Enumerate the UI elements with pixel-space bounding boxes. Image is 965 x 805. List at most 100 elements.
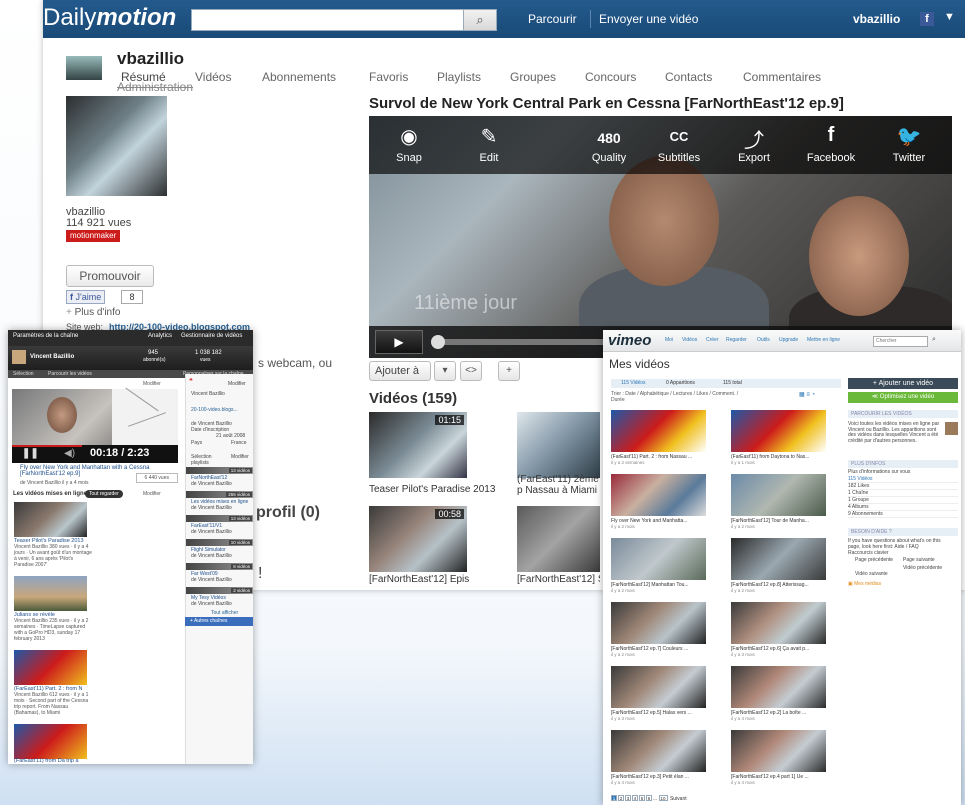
subtitles-label[interactable]: Subtitles (649, 152, 709, 164)
export-icon[interactable]: ⤴ (729, 124, 779, 153)
avatar[interactable] (945, 422, 958, 435)
page-link[interactable]: 5 (639, 795, 645, 801)
embed-icon[interactable]: <> (460, 361, 482, 381)
page-link[interactable]: 3 (625, 795, 631, 801)
dailymotion-logo[interactable]: Dailymotion (43, 4, 176, 32)
tab-total[interactable]: 115 total (723, 380, 742, 386)
optimize-video-button[interactable]: ≪ Optimisez une vidéo (848, 392, 958, 403)
video-thumbnail[interactable] (611, 730, 706, 772)
add-to-button[interactable]: Ajouter à (369, 361, 431, 381)
video-list-title[interactable]: Teaser Pilot's Paradise 2013 (369, 484, 504, 495)
view-toggle-icon[interactable]: ▦ ≡ ◔ (799, 391, 815, 398)
tab-playlists[interactable]: Playlists (437, 70, 481, 84)
page-link[interactable]: 10 (658, 795, 668, 801)
video-thumbnail[interactable] (731, 538, 826, 580)
more-info-link[interactable]: + Plus d'info (66, 307, 120, 318)
featured-video[interactable] (12, 387, 178, 445)
stat-row[interactable]: 1 Chaîne (848, 490, 958, 497)
like-button[interactable]: f J'aime (66, 290, 106, 304)
search-input[interactable] (191, 9, 496, 31)
tab-comments[interactable]: Commentaires (743, 70, 821, 84)
nav-upload[interactable]: Mettre en ligne (807, 337, 840, 343)
sort-options[interactable]: Trier : Date / Alphabétique / Lectures /… (611, 391, 738, 397)
facebook-icon[interactable]: f (806, 124, 856, 147)
other-channels-button[interactable]: + Autres chaînes (185, 617, 253, 626)
video-thumbnail[interactable] (731, 730, 826, 772)
video-thumbnail[interactable] (14, 650, 87, 685)
stat-row[interactable]: 182 Likes (848, 483, 958, 490)
twitter-icon[interactable]: 🐦 (884, 124, 934, 149)
tab-administration[interactable]: Administration (117, 80, 193, 94)
progress-bar[interactable] (12, 445, 82, 447)
plus-icon[interactable]: + (498, 361, 520, 381)
video-manager-link[interactable]: Gestionnaire de vidéos (181, 333, 242, 339)
playlist-thumbnail[interactable]: 2 vidéos (186, 587, 253, 594)
avatar[interactable] (66, 56, 102, 80)
video-thumbnail[interactable] (611, 410, 706, 452)
tab-contests[interactable]: Concours (585, 70, 636, 84)
tab-selection[interactable]: Sélection (13, 371, 34, 377)
seek-handle[interactable] (431, 335, 445, 349)
video-thumbnail[interactable] (14, 724, 87, 759)
subtitles-icon[interactable]: CC (654, 129, 704, 144)
tab-videos[interactable]: Vidéos (195, 70, 231, 84)
video-thumbnail[interactable] (611, 474, 706, 516)
video-thumbnail[interactable]: 01:15 (369, 412, 467, 478)
camera-icon[interactable]: ◉ (384, 124, 434, 149)
tab-videos[interactable]: 115 Vidéos (621, 380, 646, 386)
analytics-link[interactable]: Analytics (148, 333, 172, 339)
promote-button[interactable]: Promouvoir (66, 265, 154, 287)
stat-row[interactable]: 9 Abonnements (848, 511, 958, 518)
search-icon[interactable]: ⌕ (932, 336, 942, 347)
channel-settings-link[interactable]: Paramètres de la chaîne (13, 333, 78, 339)
video-thumbnail[interactable] (731, 410, 826, 452)
search-button[interactable]: ⌕ (463, 9, 497, 31)
video-list-title[interactable]: (FarEast'11) 2ème p Nassau à Miami (517, 474, 600, 496)
edit-link[interactable]: Modifier (231, 454, 249, 460)
stat-row[interactable]: 4 Albums (848, 504, 958, 511)
video-thumbnail[interactable] (517, 506, 600, 572)
website-link[interactable]: 20-100-video.blogs... (191, 407, 238, 413)
next-page-link[interactable]: Suivant (670, 796, 687, 802)
playlist-thumbnail[interactable]: 255 vidéos (186, 491, 253, 498)
watch-all-button[interactable]: Tout regarder (85, 490, 123, 498)
tab-appearances[interactable]: 0 Apparitions (666, 380, 695, 386)
nav-tools[interactable]: Outils (757, 337, 770, 343)
facebook-label[interactable]: Facebook (801, 152, 861, 164)
video-thumbnail[interactable] (731, 474, 826, 516)
playlist-thumbnail[interactable]: 13 vidéos (186, 515, 253, 522)
stat-row[interactable]: 115 Vidéos (848, 476, 958, 483)
video-list-title[interactable]: (FarEast'11) from Da trip a (14, 758, 79, 764)
video-player[interactable]: ◉ Snap ✎ Edit 480 Quality CC Subtitles ⤴… (369, 116, 952, 358)
vimeo-logo[interactable]: vimeo (608, 332, 651, 349)
sort-duration[interactable]: Durée (611, 397, 625, 403)
avatar[interactable] (12, 350, 26, 364)
quality-icon[interactable]: 480 (584, 130, 634, 146)
nav-watch[interactable]: Regarder (726, 337, 747, 343)
nav-browse[interactable]: Parcourir (528, 12, 577, 26)
video-thumbnail[interactable]: 00:58 (369, 506, 467, 572)
video-thumbnail[interactable] (731, 602, 826, 644)
tab-groups[interactable]: Groupes (510, 70, 556, 84)
tab-favorites[interactable]: Favoris (369, 70, 408, 84)
twitter-label[interactable]: Twitter (879, 152, 939, 164)
search-input[interactable]: Chercher (873, 336, 928, 347)
add-video-button[interactable]: + Ajouter une vidéo (848, 378, 958, 389)
stat-row[interactable]: 1 Groupe (848, 497, 958, 504)
nav-videos[interactable]: Vidéos (682, 337, 697, 343)
video-thumbnail[interactable] (611, 602, 706, 644)
video-list-title[interactable]: [FarNorthEast'12] Episode (369, 574, 469, 585)
playlist-thumbnail[interactable]: 10 vidéos (186, 539, 253, 546)
video-thumbnail[interactable] (611, 538, 706, 580)
nav-create[interactable]: Créer (706, 337, 719, 343)
pause-icon[interactable]: ❚❚ (22, 448, 39, 459)
video-thumbnail[interactable] (14, 502, 87, 537)
chevron-down-icon[interactable]: ▼ (944, 11, 955, 23)
facebook-icon[interactable]: f (920, 12, 934, 26)
snap-label[interactable]: Snap (379, 152, 439, 164)
nav-upgrade[interactable]: Upgrade (779, 337, 798, 343)
edit-icon[interactable]: ✎ (464, 124, 514, 149)
my-media-link[interactable]: ▣ Mes médias (848, 581, 948, 588)
tab-subscriptions[interactable]: Abonnements (262, 70, 336, 84)
quality-label[interactable]: Quality (579, 152, 639, 164)
